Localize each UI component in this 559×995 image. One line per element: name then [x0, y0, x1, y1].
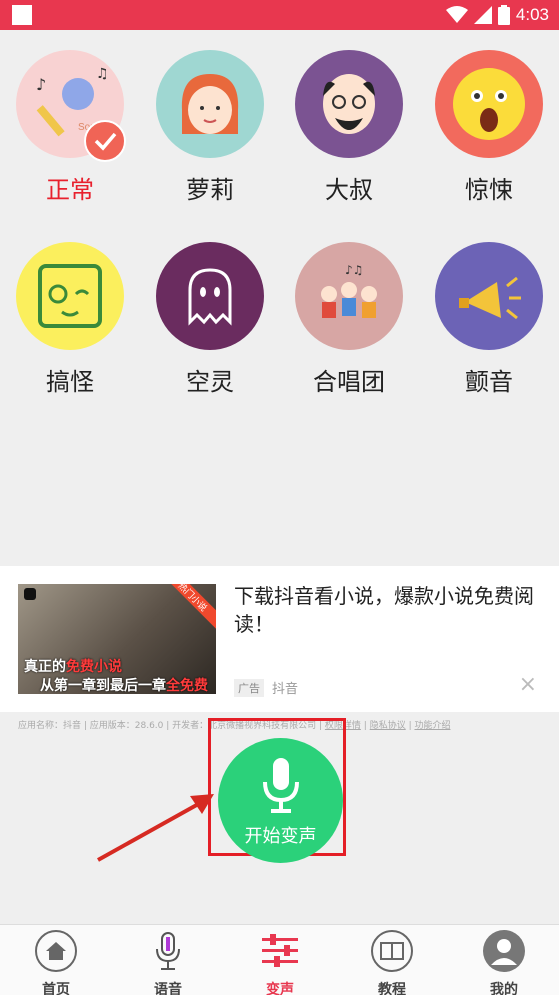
ad-label: 广告 — [234, 678, 264, 697]
svg-text:♪: ♪ — [36, 75, 46, 94]
features-link[interactable]: 功能介绍 — [414, 721, 450, 731]
effect-label: 空灵 — [186, 368, 234, 396]
tab-label: 首页 — [42, 982, 70, 995]
effect-label: 搞怪 — [46, 368, 94, 396]
tab-label: 变声 — [266, 982, 294, 995]
uncle-face-icon — [295, 50, 403, 158]
close-icon[interactable]: × — [519, 672, 537, 697]
privacy-link[interactable]: 隐私协议 — [370, 721, 406, 731]
funny-face-icon — [16, 242, 124, 350]
start-button-label: 开始变声 — [244, 826, 317, 847]
profile-icon — [483, 930, 525, 972]
selected-check-icon — [84, 120, 126, 162]
effect-label: 惊悚 — [465, 176, 513, 204]
effect-ethereal[interactable]: 空灵 — [140, 242, 280, 397]
effect-funny[interactable]: 搞怪 — [0, 242, 140, 397]
tab-label: 语音 — [154, 982, 182, 995]
status-time: 4:03 — [515, 5, 549, 24]
book-icon — [371, 930, 413, 972]
effect-uncle[interactable]: 大叔 — [279, 50, 419, 205]
ad-thumb-line2a: 从第一章到最后一章 — [40, 678, 166, 694]
tab-profile[interactable]: 我的 — [448, 925, 559, 995]
effect-label: 萝莉 — [186, 176, 234, 204]
bottom-tab-bar: 首页 语音 变声 教程 我的 — [0, 924, 559, 995]
ad-banner[interactable]: 热门小说 真正的免费小说 从第一章到最后一章全免费 下载抖音看小说，爆款小说免费… — [0, 566, 559, 712]
ad-thumb-line1a: 真正的 — [24, 659, 66, 675]
effect-label: 大叔 — [325, 176, 373, 204]
ad-advertiser: 抖音 — [272, 682, 299, 697]
singer-microphone-icon: Song ♪ ♫ — [16, 50, 126, 162]
tiktok-logo-icon — [24, 588, 36, 600]
effect-label: 正常 — [46, 176, 94, 204]
tab-voice-changer[interactable]: 变声 — [224, 925, 336, 995]
svg-text:♫: ♫ — [96, 66, 109, 82]
arrow-annotation-icon — [97, 794, 214, 862]
effect-choir[interactable]: ♪♫ 合唱团 — [279, 242, 419, 397]
effect-label: 颤音 — [465, 368, 513, 396]
effect-horror[interactable]: 惊悚 — [419, 50, 559, 205]
ad-thumb-line2b: 全免费 — [166, 678, 208, 694]
tab-tutorial[interactable]: 教程 — [336, 925, 448, 995]
effect-label: 合唱团 — [313, 368, 385, 396]
shocked-emoji-icon — [435, 50, 543, 158]
megaphone-icon — [435, 242, 543, 350]
choir-icon: ♪♫ — [295, 242, 403, 350]
microphone-icon — [263, 758, 299, 813]
battery-icon — [497, 5, 510, 25]
ad-thumb-tag: 热门小说 — [156, 584, 216, 633]
signal-icon — [473, 6, 492, 24]
effect-loli[interactable]: 萝莉 — [140, 50, 280, 205]
ad-thumbnail[interactable]: 热门小说 真正的免费小说 从第一章到最后一章全免费 — [18, 584, 216, 694]
status-bar: 4:03 — [0, 0, 559, 30]
effect-normal[interactable]: Song ♪ ♫ 正常 — [0, 50, 140, 205]
girl-face-icon — [156, 50, 264, 158]
effect-vibrato[interactable]: 颤音 — [419, 242, 559, 397]
svg-text:♪♫: ♪♫ — [345, 263, 363, 277]
tab-label: 教程 — [378, 982, 406, 995]
tab-label: 我的 — [490, 982, 518, 995]
tab-home[interactable]: 首页 — [0, 925, 112, 995]
ad-thumb-line1b: 免费小说 — [66, 659, 122, 675]
microphone-icon — [156, 932, 180, 970]
ghost-icon — [156, 242, 264, 350]
ad-title[interactable]: 下载抖音看小说，爆款小说免费阅读！ — [234, 582, 534, 638]
home-icon — [35, 930, 77, 972]
wifi-icon — [445, 6, 468, 23]
sliders-icon — [262, 934, 298, 967]
start-voice-change-button[interactable]: 开始变声 — [218, 738, 343, 863]
notification-icon — [12, 5, 32, 25]
tab-voice[interactable]: 语音 — [112, 925, 224, 995]
